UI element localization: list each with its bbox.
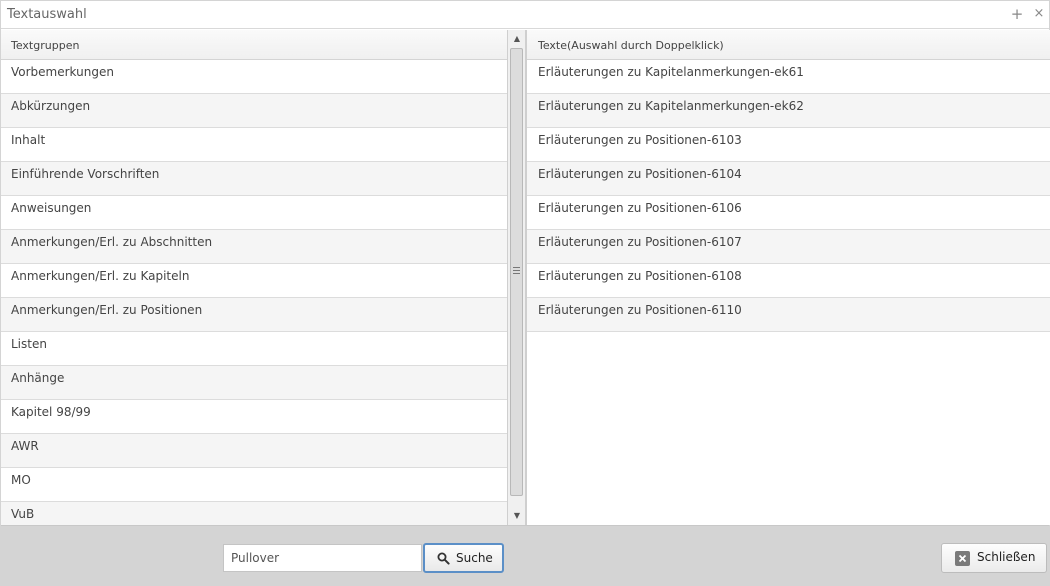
textgruppen-list-item[interactable]: AWR: [1, 434, 507, 468]
textgruppen-list-item[interactable]: Listen: [1, 332, 507, 366]
textgruppen-list-item[interactable]: Inhalt: [1, 128, 507, 162]
grip-icon: [513, 267, 520, 276]
texte-list-item[interactable]: Erläuterungen zu Kapitelanmerkungen-ek61: [527, 60, 1050, 94]
texte-list-item[interactable]: Erläuterungen zu Positionen-6106: [527, 196, 1050, 230]
textgruppen-list-item[interactable]: Anmerkungen/Erl. zu Abschnitten: [1, 230, 507, 264]
title-bar: Textauswahl + ×: [1, 1, 1049, 29]
maximize-plus-icon[interactable]: +: [1009, 4, 1025, 24]
close-button[interactable]: Schließen: [941, 543, 1047, 573]
texte-list-item[interactable]: Erläuterungen zu Positionen-6108: [527, 264, 1050, 298]
texte-list-item[interactable]: Erläuterungen zu Positionen-6104: [527, 162, 1050, 196]
textgruppen-list-item[interactable]: MO: [1, 468, 507, 502]
textgruppen-column-header[interactable]: Textgruppen: [1, 30, 507, 60]
window-title: Textauswahl: [7, 7, 87, 22]
texte-list-item[interactable]: Erläuterungen zu Positionen-6107: [527, 230, 1050, 264]
textgruppen-list-item[interactable]: Einführende Vorschriften: [1, 162, 507, 196]
textgruppen-list-item[interactable]: Anmerkungen/Erl. zu Positionen: [1, 298, 507, 332]
search-button[interactable]: Suche: [423, 543, 504, 573]
dialog-footer: Suche Schließen: [1, 525, 1049, 586]
textgruppen-list-item[interactable]: Anmerkungen/Erl. zu Kapiteln: [1, 264, 507, 298]
textauswahl-dialog: Textauswahl + × Textgruppen Vorbemerkung…: [0, 0, 1050, 586]
texte-column-header[interactable]: Texte(Auswahl durch Doppelklick): [527, 30, 1050, 60]
texte-list-item[interactable]: Erläuterungen zu Kapitelanmerkungen-ek62: [527, 94, 1050, 128]
search-input[interactable]: [223, 544, 422, 572]
textgruppen-panel: Textgruppen Vorbemerkungen Abkürzungen I…: [1, 30, 508, 525]
textgruppen-scrollbar[interactable]: ▲ ▼: [508, 30, 526, 525]
textgruppen-list-item[interactable]: Anweisungen: [1, 196, 507, 230]
textgruppen-list-item[interactable]: Anhänge: [1, 366, 507, 400]
textgruppen-list-item[interactable]: Vorbemerkungen: [1, 60, 507, 94]
scrollbar-thumb[interactable]: [510, 48, 523, 496]
close-window-icon[interactable]: ×: [1031, 4, 1047, 24]
search-button-label: Suche: [456, 551, 493, 565]
textgruppen-list-item[interactable]: VuB: [1, 502, 507, 525]
textgruppen-list-item[interactable]: Kapitel 98/99: [1, 400, 507, 434]
texte-panel: Texte(Auswahl durch Doppelklick) Erläute…: [526, 30, 1050, 525]
texte-list-item[interactable]: Erläuterungen zu Positionen-6110: [527, 298, 1050, 332]
close-icon: [955, 551, 970, 566]
close-button-label: Schließen: [977, 550, 1036, 564]
search-icon: [437, 552, 450, 565]
textgruppen-list-item[interactable]: Abkürzungen: [1, 94, 507, 128]
texte-list-item[interactable]: Erläuterungen zu Positionen-6103: [527, 128, 1050, 162]
scroll-up-arrow-icon[interactable]: ▲: [508, 31, 526, 47]
scroll-down-arrow-icon[interactable]: ▼: [508, 508, 526, 524]
